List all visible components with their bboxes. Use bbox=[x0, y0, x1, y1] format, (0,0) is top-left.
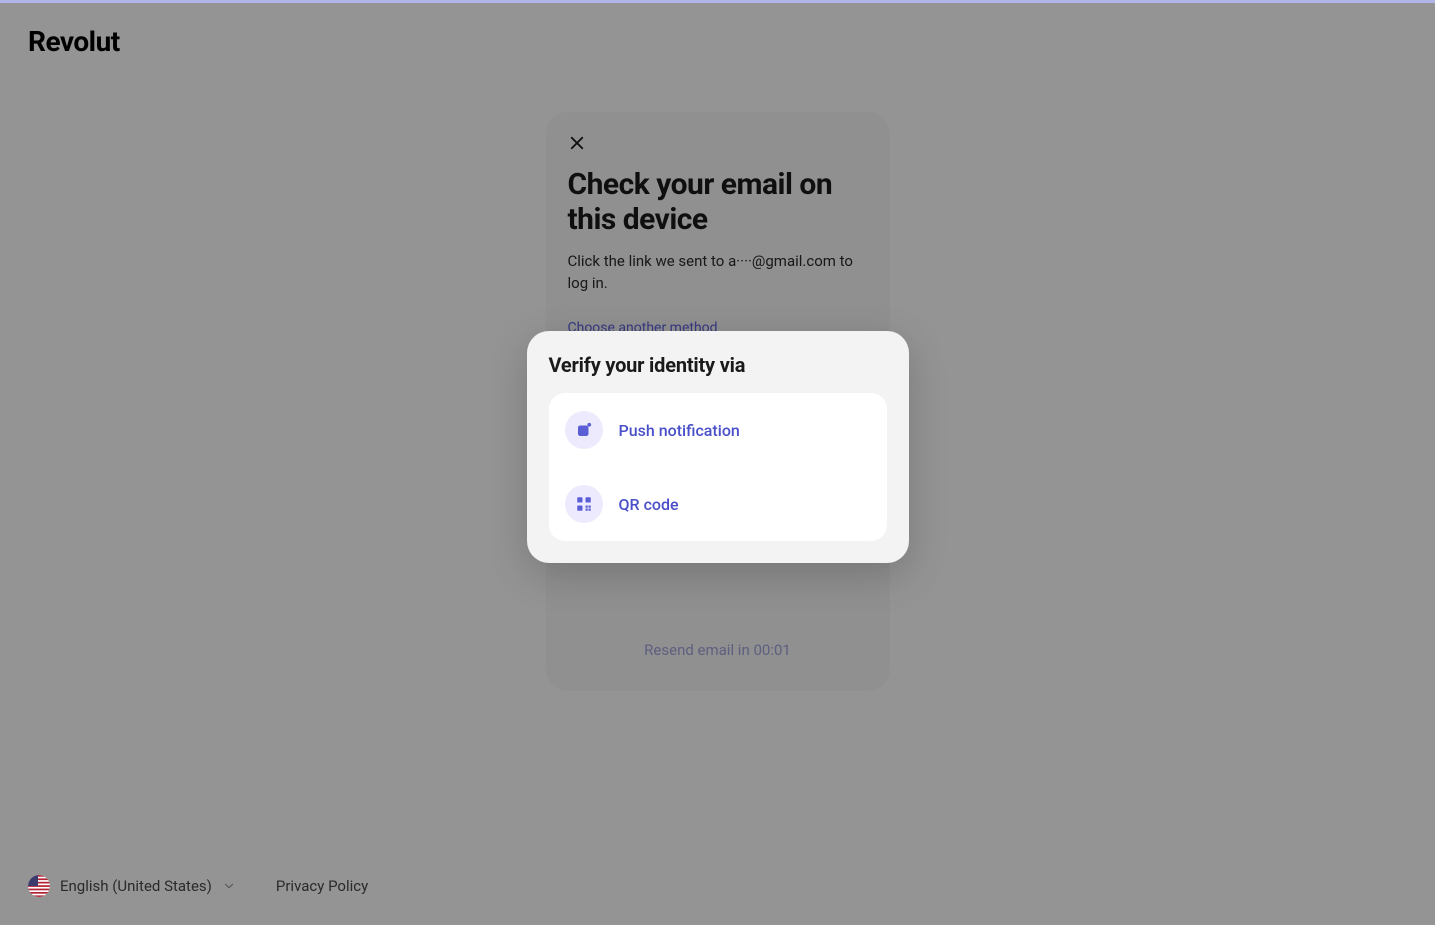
option-label: QR code bbox=[619, 495, 679, 514]
option-qr-code[interactable]: QR code bbox=[549, 467, 887, 541]
chevron-down-icon bbox=[222, 879, 236, 893]
popup-title: Verify your identity via bbox=[549, 353, 887, 377]
privacy-policy-link[interactable]: Privacy Policy bbox=[276, 877, 368, 895]
footer: English (United States) Privacy Policy bbox=[28, 875, 368, 897]
option-label: Push notification bbox=[619, 421, 740, 440]
qr-code-icon bbox=[565, 485, 603, 523]
brand-logo: Revolut bbox=[28, 25, 120, 58]
verify-popup: Verify your identity via Push notificati… bbox=[527, 331, 909, 563]
option-push-notification[interactable]: Push notification bbox=[549, 393, 887, 467]
push-notification-icon bbox=[565, 411, 603, 449]
language-label: English (United States) bbox=[60, 877, 212, 895]
option-list: Push notification QR code bbox=[549, 393, 887, 541]
us-flag-icon bbox=[28, 875, 50, 897]
language-selector[interactable]: English (United States) bbox=[28, 875, 236, 897]
